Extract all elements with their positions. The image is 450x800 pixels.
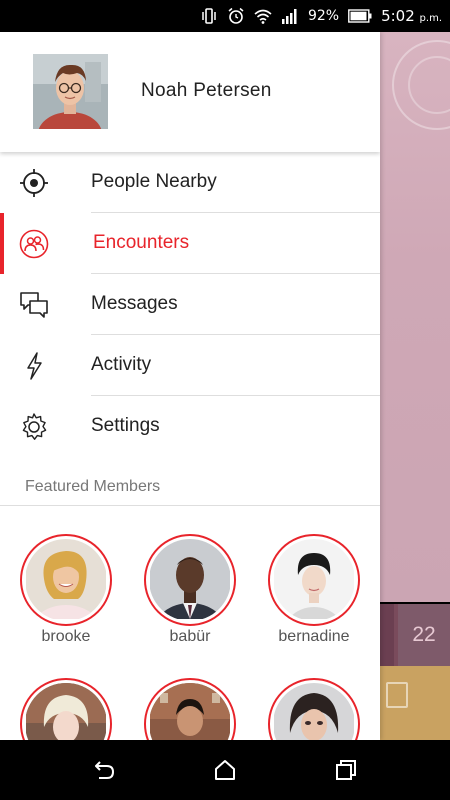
lightning-icon — [18, 350, 50, 382]
menu-label-messages: Messages — [91, 293, 178, 314]
menu-label-settings: Settings — [91, 415, 160, 436]
recents-icon — [336, 760, 356, 780]
member-babur[interactable]: babür — [144, 534, 236, 646]
member-avatar[interactable] — [268, 678, 360, 740]
profile-avatar[interactable] — [33, 54, 108, 129]
battery-icon — [348, 9, 372, 23]
background-bar: 22 — [380, 604, 450, 666]
background-content[interactable]: 22 — [380, 32, 450, 740]
member-4[interactable] — [20, 678, 112, 740]
crosshair-icon — [18, 167, 50, 199]
status-bar: 92% 5:02 p.m. — [0, 0, 450, 32]
menu-item-people-nearby[interactable]: People Nearby — [0, 152, 380, 213]
profile-name[interactable]: Noah Petersen — [141, 80, 272, 102]
document-icon — [386, 682, 408, 708]
menu-item-encounters[interactable]: Encounters — [0, 213, 380, 274]
member-5[interactable] — [144, 678, 236, 740]
vibrate-icon — [202, 8, 216, 24]
member-avatar[interactable] — [268, 534, 360, 626]
recents-button[interactable] — [331, 755, 361, 785]
member-bernadine[interactable]: bernadine — [268, 534, 360, 646]
alarm-icon — [228, 7, 244, 24]
background-count: 22 — [398, 604, 450, 666]
member-name: brooke — [41, 628, 91, 645]
menu-label-encounters: Encounters — [93, 232, 190, 253]
back-button[interactable] — [89, 755, 119, 785]
background-photo — [380, 32, 450, 602]
battery-percent: 92% — [307, 8, 340, 24]
featured-members-header: Featured Members — [0, 470, 380, 506]
featured-members-title: Featured Members — [25, 478, 161, 495]
encounters-icon — [18, 228, 50, 260]
drawer-menu: People Nearby Encounters Messages Activi… — [0, 152, 380, 457]
member-avatar[interactable] — [144, 678, 236, 740]
messages-icon — [18, 289, 50, 321]
member-avatar[interactable] — [20, 534, 112, 626]
member-6[interactable] — [268, 678, 360, 740]
menu-label-people-nearby: People Nearby — [91, 171, 217, 192]
profile-header[interactable]: Noah Petersen — [0, 32, 380, 152]
back-icon — [95, 761, 115, 779]
member-avatar[interactable] — [20, 678, 112, 740]
member-name: bernadine — [278, 628, 350, 645]
home-icon — [215, 760, 235, 780]
navigation-drawer: Noah Petersen People Nearby Encounters M… — [0, 32, 380, 740]
menu-label-activity: Activity — [91, 354, 152, 375]
menu-item-messages[interactable]: Messages — [0, 274, 380, 335]
member-avatar[interactable] — [144, 534, 236, 626]
menu-item-activity[interactable]: Activity — [0, 335, 380, 396]
signal-icon — [281, 9, 297, 24]
member-name: babür — [169, 628, 211, 645]
member-brooke[interactable]: brooke — [20, 534, 112, 646]
wifi-icon — [254, 9, 272, 24]
system-nav-bar — [0, 740, 450, 800]
gear-icon — [18, 411, 50, 443]
active-indicator — [0, 213, 4, 274]
clock: 5:02 p.m. — [381, 7, 442, 25]
home-button[interactable] — [210, 755, 240, 785]
background-card — [380, 666, 450, 740]
menu-item-settings[interactable]: Settings — [0, 396, 380, 457]
